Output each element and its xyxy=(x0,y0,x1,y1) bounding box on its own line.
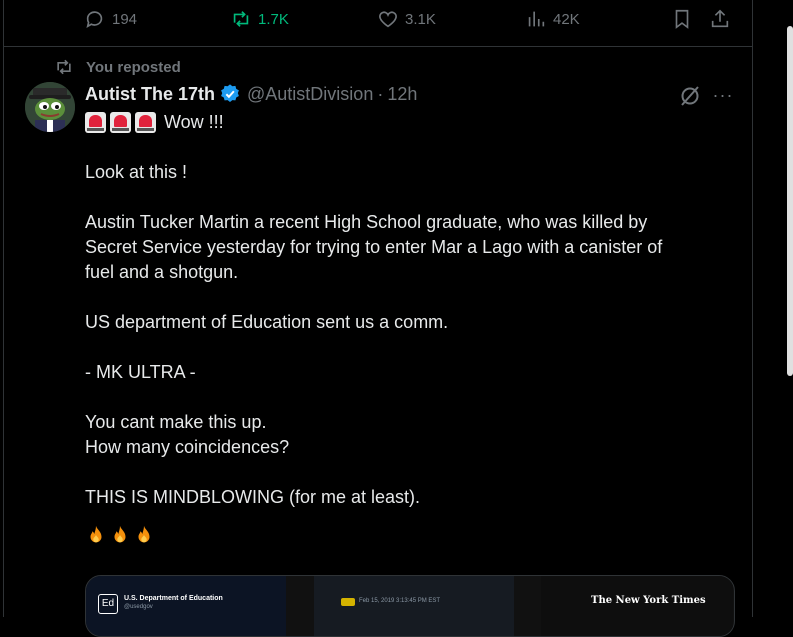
heart-icon xyxy=(379,11,397,28)
paragraph-4: - MK ULTRA - xyxy=(85,362,196,382)
media-nyt-logo: The New York Times xyxy=(591,595,706,606)
media-tag-date: Feb 15, 2019 3:13:45 PM EST xyxy=(359,598,441,604)
repost-context-label: You reposted xyxy=(86,58,181,76)
first-line: Wow !!! xyxy=(85,110,725,135)
bookmark-icon xyxy=(675,9,689,29)
repost-icon xyxy=(233,11,249,27)
display-name[interactable]: Autist The 17th xyxy=(85,84,215,105)
scrollbar[interactable] xyxy=(787,26,793,376)
repost-context: You reposted xyxy=(54,57,181,77)
reply-icon xyxy=(86,11,103,29)
education-logo-icon: Ed xyxy=(98,594,118,614)
timeline-column: 194 1.7K 3.1K 42K You reposted Autist Th… xyxy=(3,0,753,637)
frog-avatar-image xyxy=(25,82,75,132)
tweet-header: Autist The 17th @AutistDivision · 12h xyxy=(85,82,417,106)
lead-text: Wow !!! xyxy=(164,112,224,132)
siren-emoji-icon xyxy=(110,112,131,133)
paragraph-2-line-2: Secret Service yesterday for trying to e… xyxy=(85,237,663,257)
media-image-education[interactable]: Ed U.S. Department of Education @usedgov xyxy=(86,576,286,636)
verified-badge-icon[interactable] xyxy=(219,83,241,105)
paragraph-1: Look at this ! xyxy=(85,162,188,182)
media-ed-handle: @usedgov xyxy=(124,604,153,610)
fire-emoji-icon xyxy=(114,525,126,543)
paragraph-3: US department of Education sent us a com… xyxy=(85,312,449,332)
fire-emoji-row xyxy=(85,524,725,546)
handle[interactable]: @AutistDivision xyxy=(247,84,373,105)
paragraph-2-line-3: fuel and a shotgun. xyxy=(85,262,239,282)
repost-count: 1.7K xyxy=(258,10,289,28)
repost-button[interactable]: 1.7K xyxy=(230,7,289,31)
media-image-screenshot[interactable]: Feb 15, 2019 3:13:45 PM EST xyxy=(314,576,514,636)
views-icon xyxy=(528,11,545,27)
previous-tweet-action-bar: 194 1.7K 3.1K 42K xyxy=(4,0,752,47)
share-button[interactable] xyxy=(709,7,731,31)
reply-count: 194 xyxy=(112,10,138,28)
avatar[interactable] xyxy=(25,82,75,132)
paragraph-6: THIS IS MINDBLOWING (for me at least). xyxy=(85,487,421,507)
views-count: 42K xyxy=(553,10,580,28)
tweet-text: Wow !!! Look at this ! Austin Tucker Mar… xyxy=(85,110,725,546)
separator: · xyxy=(377,83,384,104)
more-options-icon[interactable]: ··· xyxy=(710,84,736,108)
tweet-media[interactable]: Ed U.S. Department of Education @usedgov… xyxy=(85,575,735,637)
like-count: 3.1K xyxy=(405,10,436,28)
repost-icon xyxy=(57,59,71,75)
timestamp[interactable]: 12h xyxy=(387,84,417,105)
fire-emoji-icon xyxy=(90,525,102,543)
paragraph-2-line-1: Austin Tucker Martin a recent High Schoo… xyxy=(85,212,648,232)
media-ed-name: U.S. Department of Education xyxy=(124,595,223,602)
bookmark-button[interactable] xyxy=(671,7,693,31)
grok-icon[interactable] xyxy=(678,84,702,108)
media-image-nyt[interactable]: The New York Times xyxy=(541,576,733,636)
reply-button[interactable]: 194 xyxy=(84,7,137,31)
siren-emoji-icon xyxy=(85,112,106,133)
paragraph-5-line-2: How many coincidences? xyxy=(85,437,290,457)
share-icon xyxy=(711,9,729,28)
fire-emoji-icon xyxy=(138,525,150,543)
views-button[interactable]: 42K xyxy=(525,7,580,31)
media-tag-icon xyxy=(341,598,355,606)
siren-emoji-icon xyxy=(135,112,156,133)
paragraph-5-line-1: You cant make this up. xyxy=(85,412,267,432)
like-button[interactable]: 3.1K xyxy=(377,7,436,31)
